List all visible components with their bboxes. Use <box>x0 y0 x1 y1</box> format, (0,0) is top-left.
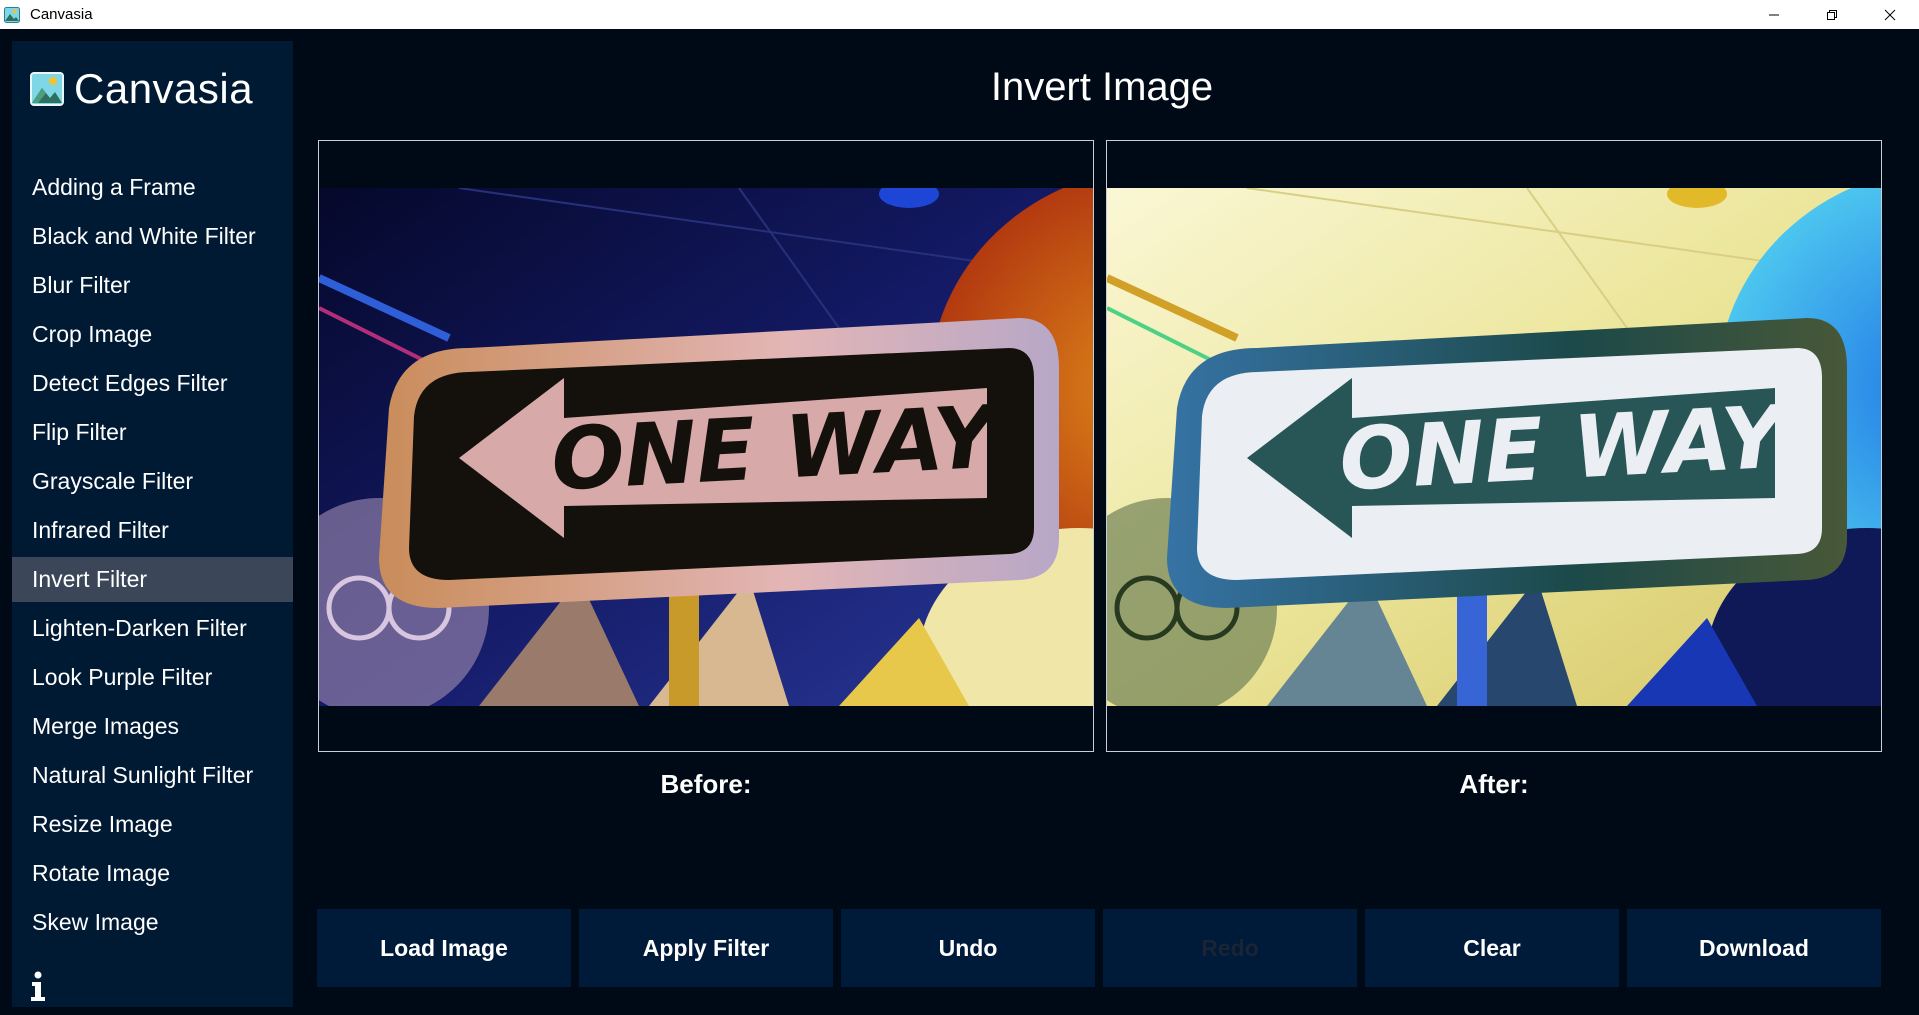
undo-button[interactable]: Undo <box>841 909 1095 987</box>
apply-filter-button[interactable]: Apply Filter <box>579 909 833 987</box>
clear-button[interactable]: Clear <box>1365 909 1619 987</box>
brand-name: Canvasia <box>74 65 254 112</box>
after-image-panel: ONE WAY <box>1106 140 1882 752</box>
close-icon[interactable] <box>1861 0 1919 29</box>
download-button[interactable]: Download <box>1627 909 1881 987</box>
sidebar-item-rotate-image[interactable]: Rotate Image <box>12 851 293 896</box>
sidebar-item-infrared-filter[interactable]: Infrared Filter <box>12 508 293 553</box>
sidebar-item-skew-image[interactable]: Skew Image <box>12 900 293 945</box>
sidebar-item-crop-image[interactable]: Crop Image <box>12 312 293 357</box>
redo-button[interactable]: Redo <box>1103 909 1357 987</box>
image-gallery-icon <box>30 72 64 106</box>
restore-icon[interactable] <box>1803 0 1861 29</box>
window-titlebar: Canvasia <box>0 0 1919 29</box>
sidebar-item-detect-edges-filter[interactable]: Detect Edges Filter <box>12 361 293 406</box>
sidebar-item-adding-a-frame[interactable]: Adding a Frame <box>12 165 293 210</box>
sidebar-item-flip-filter[interactable]: Flip Filter <box>12 410 293 455</box>
brand: Canvasia <box>30 65 253 113</box>
before-label: Before: <box>660 769 752 799</box>
sidebar-item-resize-image[interactable]: Resize Image <box>12 802 293 847</box>
sidebar-item-look-purple-filter[interactable]: Look Purple Filter <box>12 655 293 700</box>
before-image: ONE WAY <box>319 188 1093 706</box>
after-label: After: <box>1459 769 1529 799</box>
sidebar-item-lighten-darken-filter[interactable]: Lighten-Darken Filter <box>12 606 293 651</box>
sidebar-item-blur-filter[interactable]: Blur Filter <box>12 263 293 308</box>
sidebar-item-black-and-white-filter[interactable]: Black and White Filter <box>12 214 293 259</box>
sidebar-item-grayscale-filter[interactable]: Grayscale Filter <box>12 459 293 504</box>
app-window: Canvasia Adding a Frame Black and White … <box>0 29 1919 1015</box>
filter-nav: Adding a Frame Black and White Filter Bl… <box>12 165 293 949</box>
sidebar-item-natural-sunlight-filter[interactable]: Natural Sunlight Filter <box>12 753 293 798</box>
load-image-button[interactable]: Load Image <box>317 909 571 987</box>
before-image-panel: ONE WAY <box>318 140 1094 752</box>
window-title: Canvasia <box>30 6 93 23</box>
sidebar-item-invert-filter[interactable]: Invert Filter <box>12 557 293 602</box>
page-title: Invert Image <box>990 65 1214 109</box>
app-icon <box>4 6 22 24</box>
after-image: ONE WAY <box>1107 188 1881 706</box>
sidebar: Canvasia Adding a Frame Black and White … <box>12 41 293 1007</box>
sidebar-item-merge-images[interactable]: Merge Images <box>12 704 293 749</box>
minimize-icon[interactable] <box>1745 0 1803 29</box>
info-icon[interactable] <box>26 969 50 1003</box>
